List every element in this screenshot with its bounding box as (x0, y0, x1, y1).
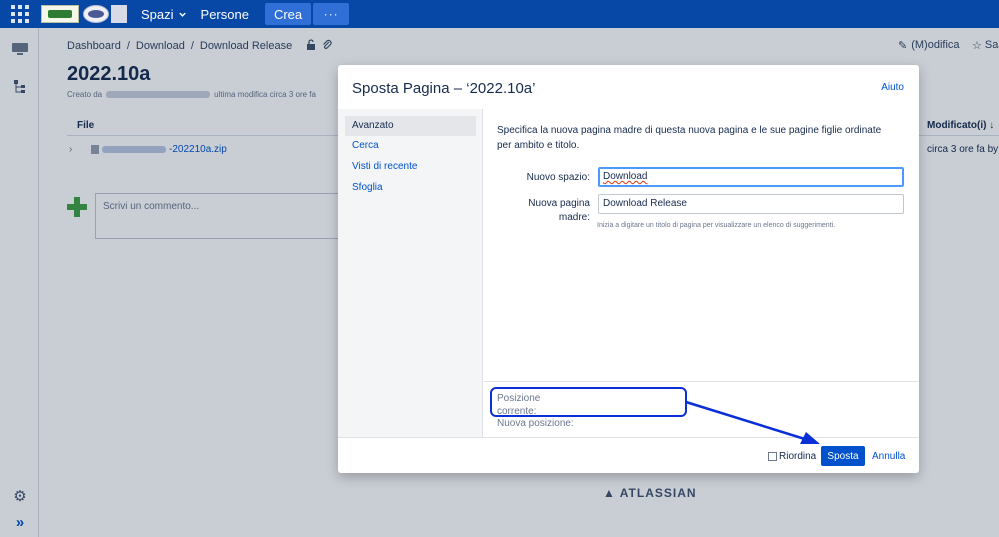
annotation-arrow-icon (685, 400, 820, 444)
